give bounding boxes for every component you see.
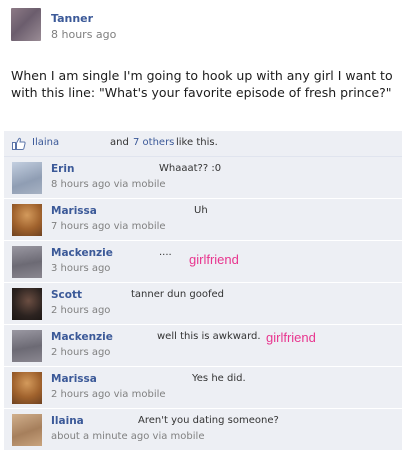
comment-author-name[interactable]: Mackenzie bbox=[51, 331, 113, 343]
status-post: Tanner 8 hours ago When I am single I'm … bbox=[0, 0, 404, 131]
comment-text: .... bbox=[159, 247, 172, 258]
thumbs-up-icon[interactable] bbox=[12, 137, 26, 150]
likes-and-text: and bbox=[110, 137, 129, 148]
comment-author-name[interactable]: Ilaina bbox=[51, 415, 84, 427]
comment-avatar[interactable] bbox=[12, 330, 42, 362]
post-timestamp[interactable]: 8 hours ago bbox=[51, 28, 116, 41]
girlfriend-annotation: girlfriend bbox=[189, 252, 239, 267]
comment-item: Mackenzie .... 3 hours ago girlfriend bbox=[4, 241, 402, 283]
comment-meta[interactable]: 2 hours ago bbox=[51, 305, 110, 316]
comment-author-name[interactable]: Mackenzie bbox=[51, 247, 113, 259]
comment-item: Scott tanner dun goofed 2 hours ago bbox=[4, 283, 402, 325]
comment-item: Marissa Uh 7 hours ago via mobile bbox=[4, 199, 402, 241]
comment-avatar[interactable] bbox=[12, 414, 42, 446]
comment-item: Mackenzie well this is awkward. 2 hours … bbox=[4, 325, 402, 367]
likes-bar: Ilaina and 7 others like this. bbox=[4, 131, 402, 157]
comment-author-name[interactable]: Scott bbox=[51, 289, 82, 301]
comment-meta[interactable]: 8 hours ago via mobile bbox=[51, 179, 166, 190]
comment-meta[interactable]: 3 hours ago bbox=[51, 263, 110, 274]
comment-text: tanner dun goofed bbox=[131, 289, 224, 300]
comment-author-name[interactable]: Marissa bbox=[51, 205, 97, 217]
comment-avatar[interactable] bbox=[12, 372, 42, 404]
post-text: When I am single I'm going to hook up wi… bbox=[11, 68, 393, 100]
comments-list: Erin Whaaat?? :0 8 hours ago via mobile … bbox=[4, 157, 402, 451]
comment-author-name[interactable]: Marissa bbox=[51, 373, 97, 385]
comment-avatar[interactable] bbox=[12, 288, 42, 320]
comment-item: Marissa Yes he did. 2 hours ago via mobi… bbox=[4, 367, 402, 409]
comment-avatar[interactable] bbox=[12, 246, 42, 278]
comment-meta[interactable]: about a minute ago via mobile bbox=[51, 431, 204, 442]
comment-text: Aren't you dating someone? bbox=[138, 415, 279, 426]
comment-avatar[interactable] bbox=[12, 204, 42, 236]
comment-meta[interactable]: 7 hours ago via mobile bbox=[51, 221, 166, 232]
comment-text: well this is awkward. bbox=[157, 331, 261, 342]
girlfriend-annotation: girlfriend bbox=[266, 330, 316, 345]
liker-name-link[interactable]: Ilaina bbox=[32, 137, 59, 148]
comment-item: Ilaina Aren't you dating someone? about … bbox=[4, 409, 402, 451]
post-author-avatar[interactable] bbox=[11, 8, 41, 41]
comment-text: Uh bbox=[194, 205, 208, 216]
comment-author-name[interactable]: Erin bbox=[51, 163, 74, 175]
likes-others-link[interactable]: 7 others bbox=[133, 137, 174, 148]
comment-text: Yes he did. bbox=[192, 373, 246, 384]
post-author-name[interactable]: Tanner bbox=[51, 12, 93, 25]
comment-meta[interactable]: 2 hours ago via mobile bbox=[51, 389, 166, 400]
comment-avatar[interactable] bbox=[12, 162, 42, 194]
comment-meta[interactable]: 2 hours ago bbox=[51, 347, 110, 358]
comment-item: Erin Whaaat?? :0 8 hours ago via mobile bbox=[4, 157, 402, 199]
comment-text: Whaaat?? :0 bbox=[159, 163, 222, 174]
likes-suffix-text: like this. bbox=[176, 137, 218, 148]
